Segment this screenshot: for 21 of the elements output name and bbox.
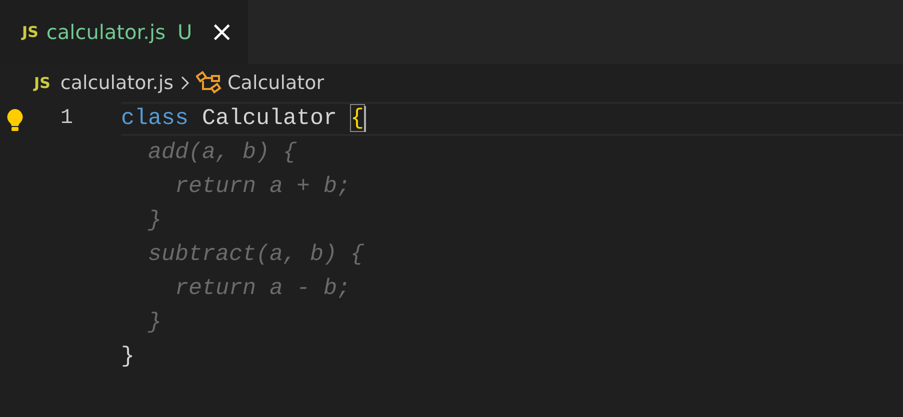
breadcrumb-item[interactable]: Calculator — [228, 68, 324, 98]
ghost-suggestion: return a - b; — [174, 274, 351, 304]
ghost-suggestion: } — [146, 206, 162, 236]
code-line: } — [121, 342, 135, 372]
line-number: 1 — [60, 106, 73, 132]
breadcrumb-item[interactable]: calculator.js — [60, 68, 174, 98]
editor-tab[interactable]: JS calculator.js U × — [0, 0, 248, 64]
ghost-suggestion: subtract(a, b) { — [147, 240, 364, 270]
chevron-icon — [180, 75, 190, 91]
code-line: class Calculator { — [121, 104, 364, 134]
ghost-suggestion: } — [146, 308, 162, 338]
ghost-suggestion: return a + b; — [174, 172, 351, 202]
file-type-icon: JS — [34, 72, 50, 94]
class-icon — [196, 71, 222, 95]
git-status: U — [177, 19, 192, 46]
close-button[interactable]: × — [210, 18, 234, 46]
file-type-icon: JS — [22, 20, 38, 44]
text-cursor — [364, 106, 366, 132]
ghost-suggestion: add(a, b) { — [147, 138, 297, 168]
lightbulb-icon[interactable] — [6, 108, 24, 132]
tab-label: calculator.js — [46, 19, 166, 46]
